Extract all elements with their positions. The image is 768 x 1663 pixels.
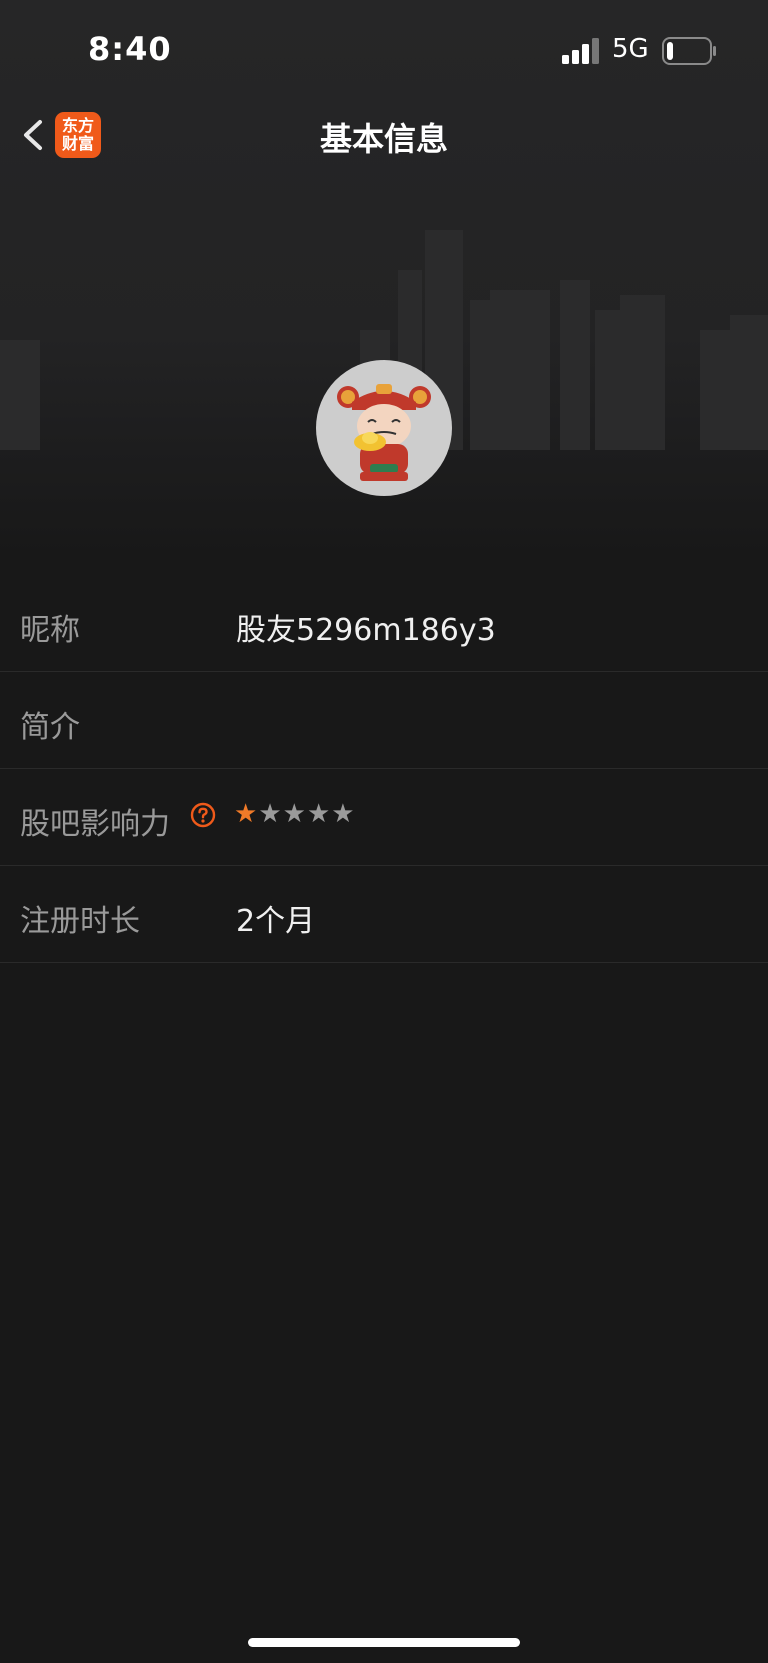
cellular-signal-icon [562, 38, 599, 64]
status-time: 8:40 [88, 30, 172, 68]
god-of-wealth-avatar-icon [337, 384, 431, 481]
profile-info-list: 昵称 股友5296m186y3 简介 股吧影响力 ★★★★★ 注册时长 2个月 [0, 575, 768, 963]
nickname-row[interactable]: 昵称 股友5296m186y3 [0, 575, 768, 672]
influence-rating-stars: ★★★★★ [234, 799, 356, 829]
star-empty-icon: ★ [282, 799, 307, 829]
registration-row: 注册时长 2个月 [0, 866, 768, 963]
avatar[interactable] [316, 360, 452, 496]
influence-label: 股吧影响力 [20, 807, 170, 842]
page-title: 基本信息 [319, 120, 448, 158]
bio-row[interactable]: 简介 [0, 672, 768, 769]
influence-row: 股吧影响力 ★★★★★ [0, 769, 768, 866]
registration-value: 2个月 [236, 904, 316, 939]
bio-label: 简介 [20, 710, 80, 745]
star-filled-icon: ★ [234, 799, 259, 829]
star-empty-icon: ★ [331, 799, 356, 829]
battery-icon [662, 37, 716, 65]
navigation-bar: 东方 财富 基本信息 [0, 100, 768, 172]
status-bar: 8:40 5G [0, 0, 768, 100]
network-type: 5G [612, 34, 649, 64]
home-indicator[interactable] [248, 1638, 520, 1647]
star-empty-icon: ★ [258, 799, 283, 829]
question-circle-icon[interactable] [190, 802, 216, 828]
registration-label: 注册时长 [20, 904, 140, 939]
nickname-label: 昵称 [20, 613, 80, 648]
star-empty-icon: ★ [306, 799, 332, 829]
nickname-value: 股友5296m186y3 [236, 613, 496, 648]
